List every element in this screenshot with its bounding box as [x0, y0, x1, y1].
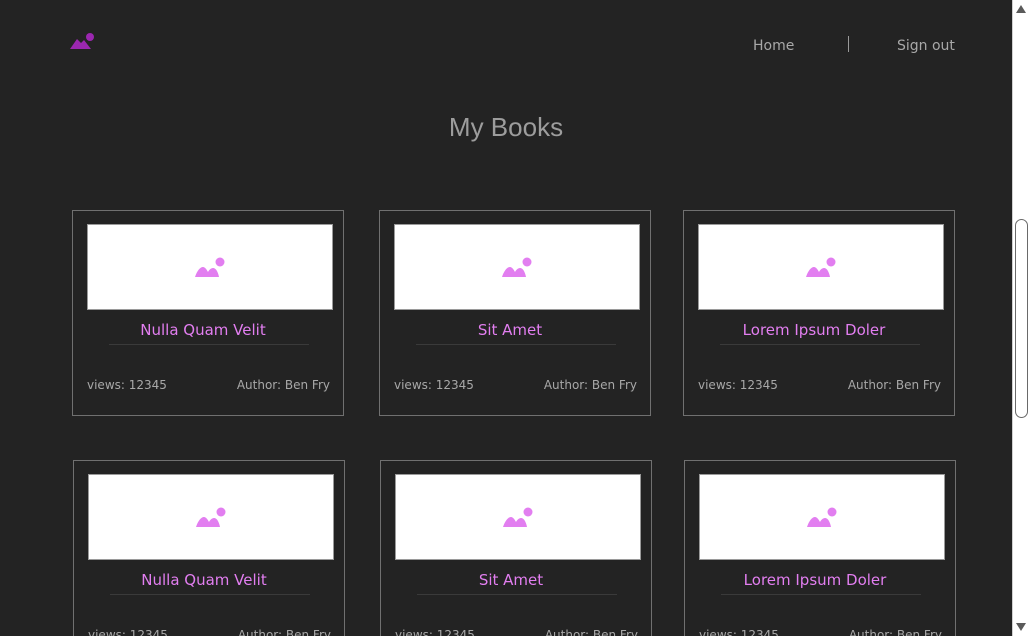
image-placeholder-icon	[502, 257, 532, 277]
scroll-down-arrow-icon[interactable]	[1016, 623, 1026, 631]
nav-separator	[848, 36, 849, 52]
page: Home Sign out My Books Nulla Quam Velit …	[0, 0, 1012, 636]
book-thumbnail	[87, 224, 333, 310]
card-divider	[417, 594, 617, 595]
image-placeholder-icon	[196, 507, 226, 527]
image-placeholder-icon	[195, 257, 225, 277]
book-views: views: 12345	[698, 378, 778, 392]
nav-home-link[interactable]: Home	[753, 38, 794, 54]
book-title[interactable]: Lorem Ipsum Doler	[684, 321, 944, 339]
card-divider	[109, 344, 309, 345]
book-views: views: 12345	[394, 378, 474, 392]
book-author: Author: Ben Fry	[544, 628, 638, 636]
book-card[interactable]: Nulla Quam Velit views: 12345 Author: Be…	[72, 210, 344, 416]
logo-icon[interactable]	[70, 32, 96, 50]
book-author: Author: Ben Fry	[847, 378, 941, 392]
card-divider	[110, 594, 310, 595]
book-card[interactable]: Lorem Ipsum Doler views: 12345 Author: B…	[683, 210, 955, 416]
book-thumbnail	[395, 474, 641, 560]
book-title[interactable]: Sit Amet	[380, 321, 640, 339]
card-divider	[721, 594, 921, 595]
book-card[interactable]: Sit Amet views: 12345 Author: Ben Fry	[379, 210, 651, 416]
book-title[interactable]: Lorem Ipsum Doler	[685, 571, 945, 589]
image-placeholder-icon	[806, 257, 836, 277]
nav-signout-link[interactable]: Sign out	[897, 38, 955, 54]
card-divider	[720, 344, 920, 345]
book-views: views: 12345	[699, 628, 779, 636]
book-thumbnail	[699, 474, 945, 560]
scroll-up-arrow-icon[interactable]	[1016, 5, 1026, 13]
book-author: Author: Ben Fry	[236, 378, 330, 392]
book-title[interactable]: Nulla Quam Velit	[74, 571, 334, 589]
book-author: Author: Ben Fry	[848, 628, 942, 636]
page-title: My Books	[448, 112, 564, 142]
image-placeholder-icon	[807, 507, 837, 527]
book-views: views: 12345	[87, 378, 167, 392]
scrollbar-thumb[interactable]	[1015, 219, 1028, 418]
book-author: Author: Ben Fry	[237, 628, 331, 636]
book-views: views: 12345	[395, 628, 475, 636]
book-views: views: 12345	[88, 628, 168, 636]
card-divider	[416, 344, 616, 345]
book-card[interactable]: Lorem Ipsum Doler views: 12345 Author: B…	[684, 460, 956, 636]
book-thumbnail	[88, 474, 334, 560]
book-thumbnail	[698, 224, 944, 310]
book-title[interactable]: Sit Amet	[381, 571, 641, 589]
book-thumbnail	[394, 224, 640, 310]
book-author: Author: Ben Fry	[543, 378, 637, 392]
book-title[interactable]: Nulla Quam Velit	[73, 321, 333, 339]
image-placeholder-icon	[503, 507, 533, 527]
book-card[interactable]: Nulla Quam Velit views: 12345 Author: Be…	[73, 460, 345, 636]
vertical-scrollbar[interactable]	[1012, 0, 1029, 636]
book-card[interactable]: Sit Amet views: 12345 Author: Ben Fry	[380, 460, 652, 636]
